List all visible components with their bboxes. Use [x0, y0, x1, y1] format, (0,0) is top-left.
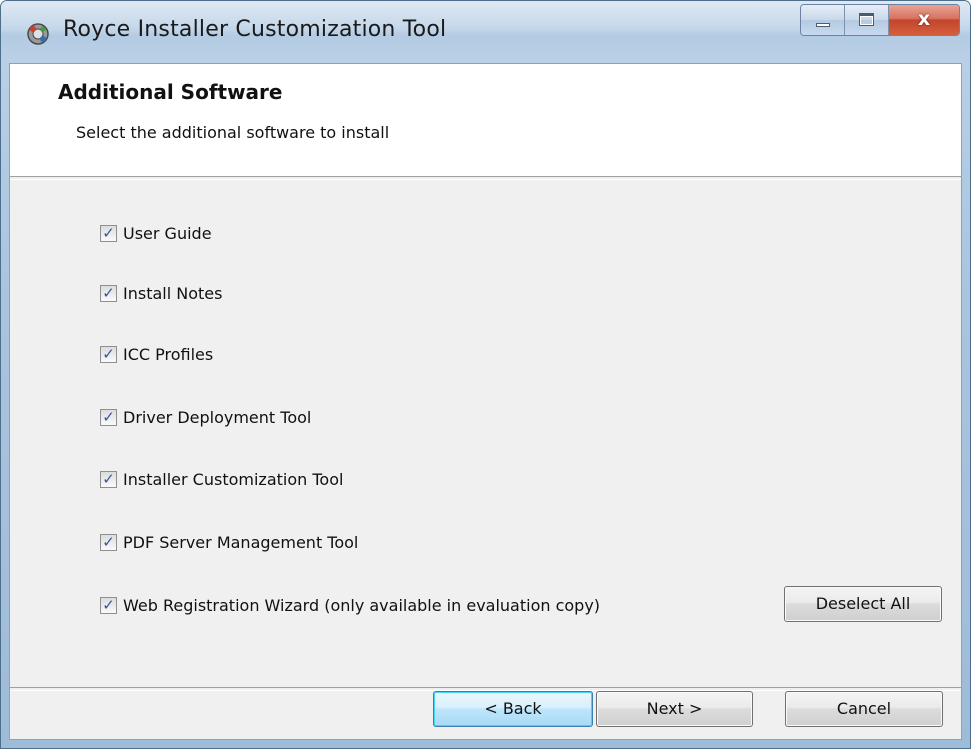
close-icon: x: [917, 8, 931, 30]
checkbox[interactable]: ✓: [100, 469, 117, 488]
checkmark-icon: ✓: [102, 223, 115, 242]
checkbox[interactable]: ✓: [100, 532, 117, 551]
option-label: Install Notes: [123, 283, 223, 303]
back-button[interactable]: < Back: [433, 691, 593, 727]
checkmark-icon: ✓: [102, 344, 115, 363]
close-button[interactable]: x: [889, 5, 959, 35]
wizard-header: Additional Software Select the additiona…: [10, 64, 961, 176]
installer-window: Royce Installer Customization Tool x Add…: [0, 0, 971, 749]
checkmark-icon: ✓: [102, 595, 115, 614]
window-controls: x: [800, 4, 960, 36]
option-web-registration-wizard[interactable]: ✓ Web Registration Wizard (only availabl…: [100, 593, 600, 617]
installer-gear-icon: [27, 23, 49, 45]
option-installer-customization-tool[interactable]: ✓ Installer Customization Tool: [100, 467, 343, 491]
header-divider: [10, 176, 961, 180]
option-label: Driver Deployment Tool: [123, 407, 312, 427]
minimize-icon: [816, 23, 830, 27]
title-bar[interactable]: Royce Installer Customization Tool x: [1, 1, 970, 63]
checkbox[interactable]: ✓: [100, 223, 117, 242]
option-label: User Guide: [123, 223, 212, 243]
maximize-button[interactable]: [845, 5, 889, 35]
minimize-button[interactable]: [801, 5, 845, 35]
page-title: Additional Software: [58, 80, 283, 104]
checkmark-icon: ✓: [102, 407, 115, 426]
cancel-button[interactable]: Cancel: [785, 691, 943, 727]
option-icc-profiles[interactable]: ✓ ICC Profiles: [100, 342, 213, 366]
checkbox[interactable]: ✓: [100, 407, 117, 426]
option-label: Web Registration Wizard (only available …: [123, 595, 601, 615]
next-button[interactable]: Next >: [596, 691, 753, 727]
checkmark-icon: ✓: [102, 532, 115, 551]
option-label: PDF Server Management Tool: [123, 532, 359, 552]
checkbox[interactable]: ✓: [100, 595, 117, 614]
checkmark-icon: ✓: [102, 283, 115, 302]
checkbox[interactable]: ✓: [100, 283, 117, 302]
checkbox[interactable]: ✓: [100, 344, 117, 363]
checkmark-icon: ✓: [102, 469, 115, 488]
option-label: Installer Customization Tool: [123, 469, 344, 489]
deselect-all-button[interactable]: Deselect All: [784, 586, 942, 622]
option-label: ICC Profiles: [123, 344, 214, 364]
option-install-notes[interactable]: ✓ Install Notes: [100, 281, 222, 305]
option-driver-deployment-tool[interactable]: ✓ Driver Deployment Tool: [100, 405, 311, 429]
page-subtitle: Select the additional software to instal…: [76, 123, 390, 142]
maximize-icon: [859, 13, 874, 26]
option-user-guide[interactable]: ✓ User Guide: [100, 221, 212, 245]
window-title: Royce Installer Customization Tool: [63, 17, 447, 42]
dialog-client-area: Additional Software Select the additiona…: [9, 63, 962, 740]
option-pdf-server-management-tool[interactable]: ✓ PDF Server Management Tool: [100, 530, 358, 554]
